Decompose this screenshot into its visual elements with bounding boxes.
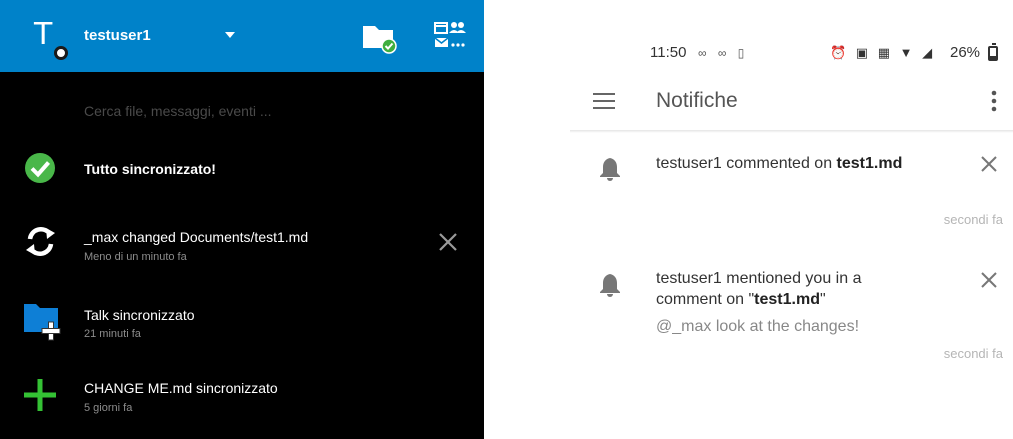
- toolbar-divider: [570, 130, 1013, 133]
- more-options-icon[interactable]: [986, 88, 1002, 114]
- notification-text: testuser1 commented on test1.md: [656, 153, 956, 174]
- voicemail-icon: ∞ ∞ ▯: [698, 46, 749, 60]
- user-status-indicator: [54, 46, 68, 60]
- notification-action: commented on: [721, 155, 837, 172]
- activity-title: _max changed Documents/test1.md: [84, 229, 309, 245]
- close-icon[interactable]: [436, 230, 460, 254]
- close-icon[interactable]: [978, 269, 1000, 291]
- notification-suffix: ": [819, 291, 826, 308]
- desktop-client-panel: T testuser1 Cerca file, messaggi, eventi…: [0, 0, 484, 439]
- plus-icon: [24, 379, 56, 411]
- avatar[interactable]: T: [26, 16, 72, 62]
- notification-item[interactable]: testuser1 commented on test1.md secondi …: [570, 150, 1013, 232]
- activity-item[interactable]: Tutto sincronizzato!: [0, 146, 484, 190]
- activity-item[interactable]: Talk sincronizzato 21 minuti fa: [0, 296, 484, 346]
- notification-user: testuser1: [656, 270, 722, 287]
- battery-percentage: 26%: [950, 44, 981, 61]
- notification-item[interactable]: testuser1 mentioned you in a comment on …: [570, 266, 1013, 366]
- activity-title: Tutto sincronizzato!: [84, 161, 216, 177]
- notification-user: testuser1: [656, 155, 722, 172]
- apps-menu-icon[interactable]: [432, 18, 468, 52]
- battery-icon: [988, 43, 998, 61]
- android-notifications-screen: 11:50 ∞ ∞ ▯ ⏰ ▣ ▦ ▼ ◢ 26% Notifiche test…: [570, 0, 1013, 439]
- close-icon[interactable]: [978, 153, 1000, 175]
- notification-timestamp: secondi fa: [943, 212, 1003, 227]
- page-title: Notifiche: [656, 89, 738, 112]
- status-bar-time: 11:50: [650, 44, 687, 61]
- system-status-icons: ⏰ ▣ ▦ ▼ ◢: [830, 45, 936, 60]
- account-username[interactable]: testuser1: [84, 27, 151, 45]
- activity-item[interactable]: _max changed Documents/test1.md Meno di …: [0, 218, 484, 268]
- activity-timestamp: 5 giorni fa: [84, 402, 133, 414]
- notification-file-link[interactable]: test1.md: [837, 155, 903, 172]
- avatar-letter: T: [34, 17, 53, 52]
- desktop-header: T testuser1: [0, 0, 484, 72]
- sync-icon: [26, 226, 55, 257]
- local-folder-icon[interactable]: [361, 20, 399, 54]
- menu-icon[interactable]: [592, 90, 616, 112]
- activity-title: CHANGE ME.md sincronizzato: [84, 380, 278, 396]
- chevron-down-icon[interactable]: [224, 30, 236, 40]
- check-circle-icon: [25, 153, 55, 183]
- notification-text: testuser1 mentioned you in a comment on …: [656, 268, 926, 310]
- battery-level-fill: [990, 56, 996, 59]
- folder-add-icon: [24, 304, 61, 341]
- notification-timestamp: secondi fa: [943, 346, 1003, 361]
- activity-timestamp: 21 minuti fa: [84, 328, 141, 340]
- bell-icon: [600, 273, 620, 297]
- activity-timestamp: Meno di un minuto fa: [84, 251, 187, 263]
- activity-item[interactable]: CHANGE ME.md sincronizzato 5 giorni fa: [0, 372, 484, 422]
- activity-title: Talk sincronizzato: [84, 307, 195, 323]
- notification-file-link[interactable]: test1.md: [754, 291, 820, 308]
- search-input[interactable]: [84, 100, 444, 122]
- bell-icon: [600, 157, 620, 181]
- notification-message: @_max look at the changes!: [656, 318, 860, 335]
